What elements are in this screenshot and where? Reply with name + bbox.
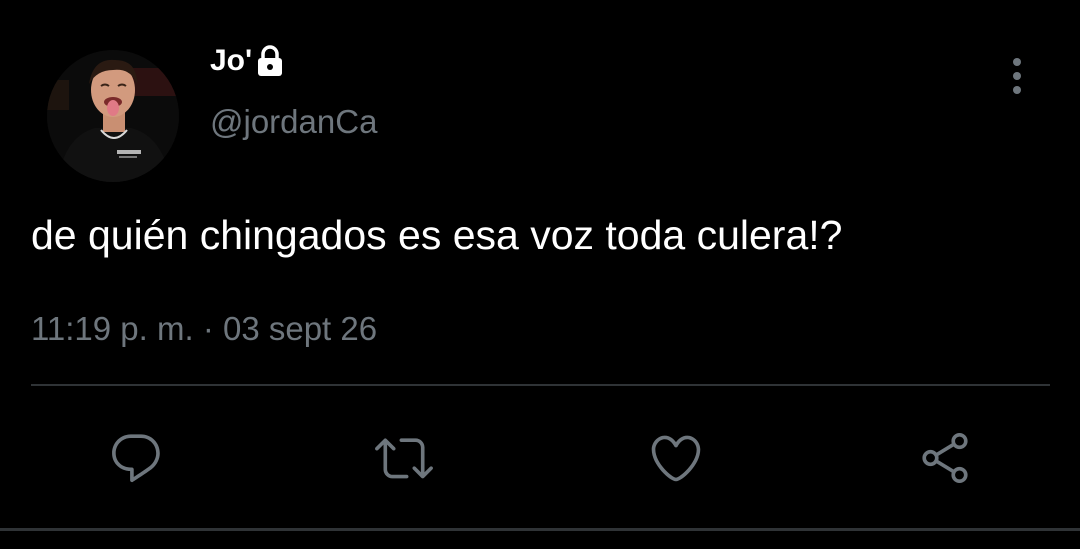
- display-name[interactable]: Jo': [210, 44, 252, 78]
- avatar[interactable]: [47, 50, 179, 182]
- retweet-button[interactable]: [374, 428, 434, 488]
- tweet-text: de quién chingados es esa voz toda culer…: [31, 212, 843, 258]
- reply-button[interactable]: [106, 428, 166, 488]
- heart-icon: [651, 435, 701, 482]
- lock-icon: [256, 44, 284, 78]
- bottom-divider: [0, 528, 1080, 531]
- more-options-icon[interactable]: [1004, 56, 1030, 96]
- timestamp[interactable]: 11:19 p. m. · 03 sept 26: [31, 309, 377, 349]
- reply-icon: [112, 434, 160, 483]
- retweet-icon: [375, 438, 433, 479]
- display-name-row[interactable]: Jo': [210, 44, 284, 78]
- share-icon: [922, 432, 968, 484]
- share-button[interactable]: [915, 428, 975, 488]
- divider: [31, 384, 1050, 386]
- username[interactable]: @jordanCa: [210, 102, 377, 142]
- like-button[interactable]: [646, 428, 706, 488]
